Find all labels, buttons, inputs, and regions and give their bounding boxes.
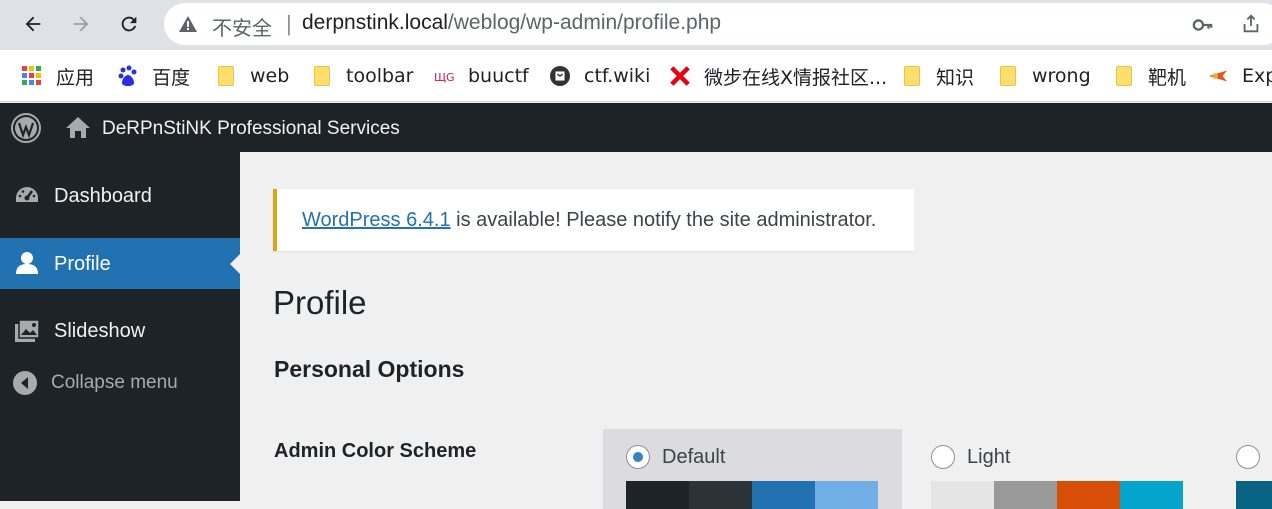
reload-icon: [121, 16, 137, 32]
bookmark-label: 应用: [56, 66, 95, 89]
ctfwiki-icon: [550, 65, 570, 87]
update-notice: WordPress 6.4.1 is available! Please not…: [273, 189, 914, 251]
radio-selected-dot: [633, 452, 643, 462]
bookmark-label: 知识: [936, 66, 975, 89]
radio-light[interactable]: [931, 445, 955, 469]
folder-icon: [998, 65, 1018, 87]
dashboard-icon: [16, 187, 38, 202]
bookmark-label: web: [250, 65, 290, 87]
sidebar-item-label: Slideshow: [54, 320, 146, 342]
sidebar-item-slideshow[interactable]: Slideshow: [0, 304, 240, 356]
folder-icon: [312, 65, 332, 87]
swatch: [1120, 481, 1183, 509]
omnibox-separator: |: [286, 11, 292, 36]
bookmark-buuctf[interactable]: ЩG buuctf: [434, 62, 529, 90]
site-name-link[interactable]: DeRPnStiNK Professional Services: [102, 118, 400, 140]
bookmark-target-machines[interactable]: 靶机: [1114, 62, 1186, 90]
scheme-swatches: [931, 481, 1183, 509]
sidebar-item-profile[interactable]: Profile: [0, 238, 240, 289]
wordpress-logo-icon[interactable]: [10, 112, 42, 144]
bookmark-ctfwiki[interactable]: ctf.wiki: [550, 62, 650, 90]
bookmark-exploit[interactable]: Exp: [1208, 62, 1272, 90]
forward-button[interactable]: [66, 9, 96, 39]
sidebar-item-label: Profile: [54, 253, 111, 275]
apps-grid-icon: [22, 65, 42, 87]
reload-button[interactable]: [114, 9, 144, 39]
svg-text:ЩG: ЩG: [434, 71, 454, 83]
url-path: /weblog/wp-admin/profile.php: [447, 11, 722, 34]
collapse-menu-button[interactable]: Collapse menu: [0, 358, 240, 406]
bookmark-label: toolbar: [346, 65, 414, 87]
bookmark-wrong[interactable]: wrong: [998, 62, 1091, 90]
swatch: [931, 481, 994, 509]
sidebar-item-label: Dashboard: [54, 185, 152, 207]
exploit-icon: [1208, 65, 1228, 87]
color-scheme-default[interactable]: Default: [603, 429, 902, 509]
notice-message: is available! Please notify the site adm…: [450, 209, 877, 231]
bookmark-web[interactable]: web: [216, 62, 289, 90]
share-icon[interactable]: [1240, 13, 1262, 35]
baidu-icon: [118, 65, 138, 87]
bookmark-apps[interactable]: 应用: [22, 62, 94, 90]
url-text: derpnstink.local/weblog/wp-admin/profile…: [302, 11, 721, 35]
bookmark-label: ctf.wiki: [584, 65, 651, 87]
url-host: derpnstink.local: [302, 11, 448, 34]
back-arrow-icon: [25, 16, 41, 32]
bookmark-label: 微步在线X情报社区...: [704, 66, 888, 89]
bookmark-threatbook[interactable]: 微步在线X情报社区...: [670, 62, 887, 90]
bookmark-baidu[interactable]: 百度: [118, 62, 190, 90]
address-bar[interactable]: 不安全 | derpnstink.local/weblog/wp-admin/p…: [164, 3, 1272, 45]
swatch: [752, 481, 815, 509]
scheme-label: Light: [967, 446, 1011, 468]
collapse-menu-label: Collapse menu: [51, 372, 178, 393]
scheme-swatches: [626, 481, 878, 509]
user-icon: [16, 252, 38, 274]
notice-text: WordPress 6.4.1 is available! Please not…: [302, 209, 876, 232]
collapse-icon: [13, 371, 37, 395]
scheme-swatches: [1236, 481, 1272, 509]
slideshow-icon: [15, 319, 40, 342]
folder-icon: [216, 65, 236, 87]
swatch: [1057, 481, 1120, 509]
swatch: [626, 481, 689, 509]
radio-default[interactable]: [626, 445, 650, 469]
folder-icon: [1114, 65, 1134, 87]
swatch: [994, 481, 1057, 509]
key-icon[interactable]: [1192, 14, 1214, 36]
admin-color-scheme-label: Admin Color Scheme: [274, 440, 477, 462]
bookmark-label: 靶机: [1148, 66, 1187, 89]
wp-admin-bar: DeRPnStiNK Professional Services: [0, 103, 1272, 152]
bookmark-label: Exp: [1242, 65, 1272, 87]
page-title: Profile: [273, 284, 367, 321]
bookmark-label: 百度: [152, 66, 191, 89]
swatch: [815, 481, 878, 509]
folder-icon: [902, 65, 922, 87]
insecure-label: 不安全: [212, 16, 272, 40]
browser-toolbar: 不安全 | derpnstink.local/weblog/wp-admin/p…: [0, 0, 1272, 50]
color-scheme-light[interactable]: Light: [908, 429, 1207, 509]
back-button[interactable]: [18, 9, 48, 39]
section-title: Personal Options: [274, 356, 465, 382]
color-scheme-third[interactable]: [1213, 429, 1272, 509]
swatch: [1236, 481, 1272, 509]
threatbook-icon: [670, 65, 690, 87]
scheme-label: Default: [662, 446, 726, 468]
bookmarks-bar: 应用 百度 web toolbar ЩG buuctf ctf.wiki 微步在…: [0, 50, 1272, 102]
forward-arrow-icon: [73, 16, 89, 32]
swatch: [689, 481, 752, 509]
bookmark-knowledge[interactable]: 知识: [902, 62, 974, 90]
sidebar-item-dashboard[interactable]: Dashboard: [0, 170, 240, 222]
bookmark-label: wrong: [1032, 65, 1091, 87]
bookmark-label: buuctf: [468, 65, 529, 87]
warning-icon: [179, 16, 197, 32]
buuctf-icon: ЩG: [434, 65, 454, 87]
bookmark-toolbar[interactable]: toolbar: [312, 62, 414, 90]
current-item-arrow: [230, 254, 240, 274]
radio-third[interactable]: [1236, 445, 1260, 469]
home-icon[interactable]: [65, 115, 91, 139]
admin-sidebar: Dashboard Profile Slideshow Collapse men…: [0, 152, 240, 501]
wordpress-update-link[interactable]: WordPress 6.4.1: [302, 209, 451, 231]
